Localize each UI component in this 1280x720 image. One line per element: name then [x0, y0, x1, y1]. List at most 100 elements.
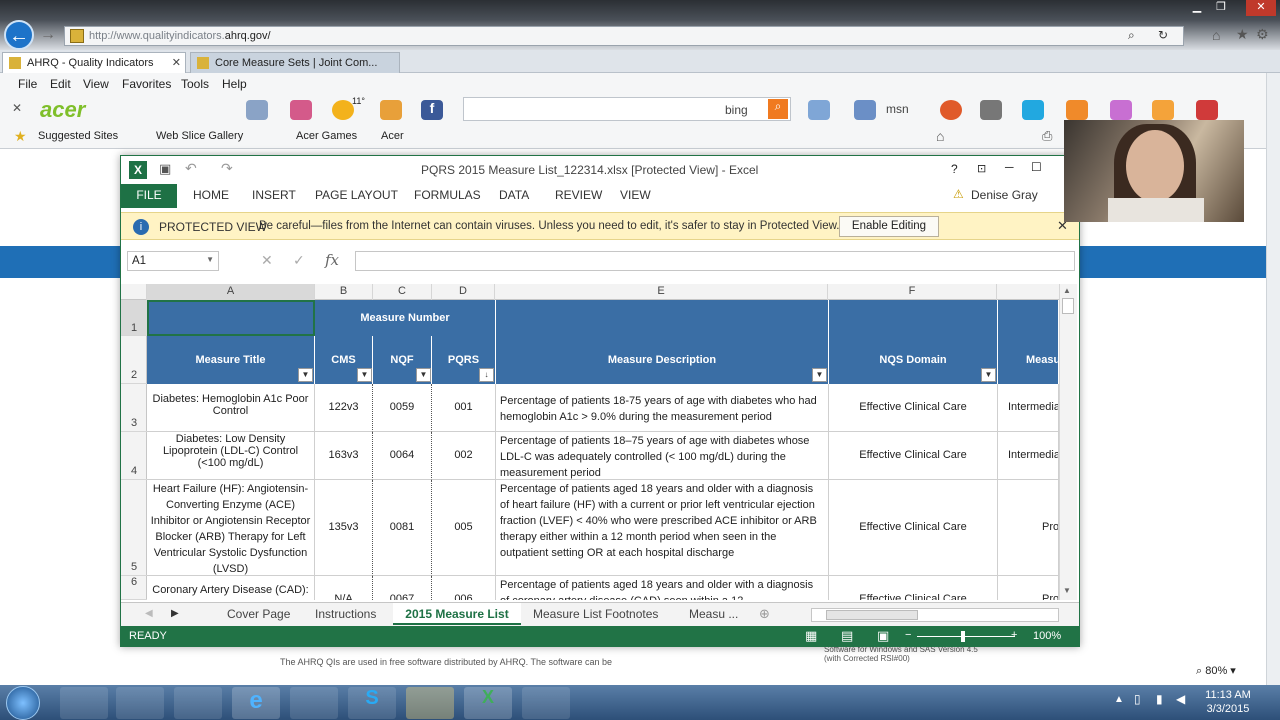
worksheet-grid[interactable]: Measure Number Measure Title CMS NQF PQR… — [147, 300, 1059, 600]
address-bar[interactable]: http://www.qualityindicators.ahrq.gov/ — [64, 26, 1184, 46]
menu-view[interactable]: View — [83, 77, 109, 91]
news-icon[interactable] — [380, 100, 402, 120]
browser-zoom[interactable]: ⌕ 80% ▾ — [1196, 664, 1236, 678]
row-header[interactable]: 6 — [121, 576, 147, 600]
cell-measure-title[interactable]: Heart Failure (HF): Angiotensin-Converti… — [147, 480, 315, 576]
calendar-icon[interactable] — [290, 100, 312, 120]
minimize-icon[interactable]: ▁ — [1186, 0, 1208, 16]
cell-pqrs[interactable]: 002 — [432, 432, 496, 480]
cell-nqf[interactable]: 0067 — [373, 576, 432, 600]
taskbar-app-skype[interactable]: S — [348, 687, 396, 719]
home-icon[interactable]: ⌂ — [1212, 27, 1220, 43]
cell-cms[interactable]: 122v3 — [315, 384, 373, 432]
scroll-thumb[interactable] — [826, 610, 918, 620]
scroll-thumb[interactable] — [1062, 298, 1074, 314]
ribbon-tab-insert[interactable]: INSERT — [252, 188, 296, 202]
cell-measure-title[interactable]: Diabetes: Low Density Lipoprotein (LDL-C… — [147, 432, 315, 480]
cell-measure-title[interactable]: Diabetes: Hemoglobin A1c Poor Control — [147, 384, 315, 432]
maximize-icon[interactable]: ☐ — [1031, 160, 1042, 174]
cell-next[interactable]: Pro — [998, 480, 1059, 576]
formula-input[interactable] — [355, 251, 1075, 271]
close-icon[interactable]: ✕ — [1246, 0, 1276, 16]
skype-icon[interactable] — [1022, 100, 1044, 120]
favorites-star-icon[interactable]: ★ — [14, 128, 27, 145]
chat-icon[interactable] — [854, 100, 876, 120]
page-break-icon[interactable]: ▣ — [877, 628, 889, 644]
cell-description[interactable]: Percentage of patients aged 18 years and… — [496, 480, 829, 576]
redo-icon[interactable]: ↷ — [221, 160, 233, 177]
taskbar-app-security[interactable] — [406, 687, 454, 719]
col-header-a[interactable]: A — [147, 284, 315, 300]
undo-icon[interactable]: ↶ — [185, 160, 197, 177]
ribbon-tab-formulas[interactable]: FORMULAS — [414, 188, 481, 202]
maximize-icon[interactable]: ❐ — [1210, 0, 1232, 16]
next-sheet-icon[interactable]: ▶ — [171, 608, 179, 619]
taskbar-app-media[interactable] — [174, 687, 222, 719]
row-header[interactable]: 3 — [121, 384, 147, 432]
col-header-c[interactable]: C — [373, 284, 432, 300]
back-button[interactable]: ← — [4, 20, 34, 50]
toolbar-close-icon[interactable]: ✕ — [12, 101, 22, 115]
cell-measure-title[interactable]: Coronary Artery Disease (CAD): — [147, 576, 315, 600]
select-all[interactable] — [121, 284, 147, 300]
zoom-in-icon[interactable]: + — [1011, 629, 1017, 641]
cell-cms[interactable]: 135v3 — [315, 480, 373, 576]
cell-nqf[interactable]: 0081 — [373, 480, 432, 576]
taskbar-app-excel[interactable]: X — [464, 687, 512, 719]
flag-icon[interactable] — [1196, 100, 1218, 120]
cell-next[interactable]: Pro — [998, 576, 1059, 600]
zoom-slider[interactable] — [917, 636, 1015, 637]
fav-web-slice-gallery[interactable]: Web Slice Gallery — [156, 130, 243, 142]
browser-scrollbar[interactable] — [1266, 73, 1280, 689]
col-header-f[interactable]: F — [828, 284, 997, 300]
cell-cms[interactable]: N/A — [315, 576, 373, 600]
sheet-tab-instructions[interactable]: Instructions — [315, 607, 376, 621]
print-icon[interactable]: ⎙ — [1042, 128, 1052, 144]
ribbon-tab-file[interactable]: FILE — [121, 184, 177, 208]
cell-description[interactable]: Percentage of patients 18-75 years of ag… — [496, 384, 829, 432]
cell-pqrs[interactable]: 006 — [432, 576, 496, 600]
col-header-e[interactable]: E — [495, 284, 828, 300]
filter-dropdown-icon[interactable]: ▼ — [357, 368, 372, 382]
ribbon-tab-data[interactable]: DATA — [499, 188, 529, 202]
bing-search-button[interactable]: ⌕ — [768, 99, 788, 119]
taskbar-app-paint[interactable] — [60, 687, 108, 719]
start-button[interactable] — [6, 686, 40, 720]
taskbar-app-video[interactable] — [522, 687, 570, 719]
fav-acer-games[interactable]: Acer Games — [296, 130, 357, 142]
search-icon[interactable]: ⌕ — [1128, 28, 1135, 43]
cell-description[interactable]: Percentage of patients aged 18 years and… — [496, 576, 829, 600]
weather-icon[interactable] — [332, 100, 354, 120]
taskbar-app-ie[interactable]: e — [232, 687, 280, 719]
ribbon-tab-review[interactable]: REVIEW — [555, 188, 602, 202]
tray-volume-icon[interactable]: ◀ — [1176, 692, 1185, 706]
cell-nqf[interactable]: 0059 — [373, 384, 432, 432]
sort-filter-icon[interactable]: ↓ — [479, 368, 494, 382]
cell-cms[interactable]: 163v3 — [315, 432, 373, 480]
sheet-tab-footnotes[interactable]: Measure List Footnotes — [533, 607, 658, 621]
vertical-scrollbar[interactable]: ▲ ▼ — [1059, 284, 1077, 600]
gear-icon[interactable]: ⚙ — [1256, 26, 1269, 43]
zoom-level[interactable]: 100% — [1033, 630, 1061, 642]
app-icon[interactable] — [940, 100, 962, 120]
bird-icon[interactable] — [1152, 100, 1174, 120]
menu-favorites[interactable]: Favorites — [122, 77, 171, 91]
cell-next[interactable]: Intermedia — [998, 432, 1059, 480]
fav-suggested-sites[interactable]: Suggested Sites — [38, 130, 118, 142]
user-account[interactable]: Denise Gray — [971, 188, 1038, 202]
favorites-star-icon[interactable]: ★ — [1236, 26, 1249, 43]
scroll-down-icon[interactable]: ▼ — [1063, 586, 1071, 595]
taskbar-clock[interactable]: 11:13 AM 3/3/2015 — [1196, 688, 1260, 716]
refresh-icon[interactable]: ↻ — [1158, 28, 1168, 42]
cell-next[interactable]: Intermedia — [998, 384, 1059, 432]
ribbon-tab-view[interactable]: VIEW — [620, 188, 651, 202]
cell-nqf[interactable]: 0064 — [373, 432, 432, 480]
cell-nqs-domain[interactable]: Effective Clinical Care — [829, 480, 998, 576]
tab-close-icon[interactable]: ✕ — [172, 56, 181, 69]
ribbon-display-icon[interactable]: ⊡ — [977, 162, 986, 175]
check-icon[interactable]: ✓ — [293, 252, 305, 269]
help-icon[interactable]: ? — [951, 162, 958, 176]
forward-button[interactable]: → — [40, 26, 60, 46]
col-header-b[interactable]: B — [315, 284, 373, 300]
game-icon[interactable] — [1110, 100, 1132, 120]
